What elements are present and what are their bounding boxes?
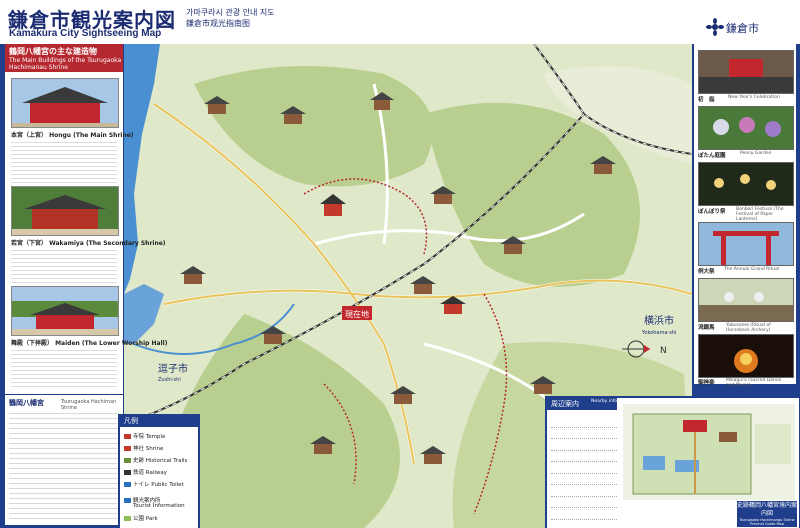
legend-row: 鉄道 Railway [124,468,167,476]
grand-ritual-caption-en: The Annual Grand Ritual [724,267,780,272]
bonbori-caption: ぼんぼり祭 [698,209,726,215]
sightseeing-board: 鎌倉市観光案内図 Kamakura City Sightseeing Map 가… [0,0,800,528]
info-icon [124,498,131,503]
list-item [551,439,617,451]
yabusame-caption: 流鏑馬 [698,325,715,331]
list-item [551,508,617,520]
toilet-icon [124,482,131,487]
shrine-buildings-panel: 鶴岡八幡宮の主な建造物 The Main Buildings of the Ts… [5,44,168,394]
maiden-photo [11,286,119,336]
legend-row: 神社 Shrine [124,444,163,452]
park-icon [124,516,131,521]
map-title-en: Kamakura City Sightseeing Map [9,28,162,39]
map-subtitle: 가마쿠라시 관광 안내 지도 鎌倉市观光指南图 [186,7,275,29]
new-year-photo [698,50,794,94]
events-panel: 初 詣 New Year's Celebration ぼたん庭園 Peony G… [694,44,796,388]
city-name: 鎌倉市 [726,22,759,35]
svg-text:現在地: 現在地 [345,309,369,319]
list-item [551,485,617,497]
legend-row-en: Tourist Information [133,503,185,509]
subtitle-chinese: 鎌倉市观光指南图 [186,19,250,28]
label-zushi-en: Zushi-shi [158,377,181,383]
subtitle-korean: 가마쿠라시 관광 안내 지도 [186,8,275,17]
legend-row: 公園 Park [124,514,158,522]
bonbori-photo [698,162,794,206]
svg-text:N: N [660,346,667,356]
grand-ritual-photo [698,222,794,266]
shrine-buildings-heading: 鶴岡八幡宮の主な建造物 The Main Buildings of the Ts… [5,44,123,72]
mikagura-caption: 御神楽 [698,380,715,386]
wakamiya-caption: 若宮（下宮） Wakamiya (The Secondary Shrine) [11,240,166,247]
hongu-caption: 本宮（上宮） Hongu (The Main Shrine) [11,132,134,139]
nearby-guide-inset[interactable]: 周辺案内 Nearby information 史跡鶴岡八幡宮境内案内図 Tsu… [545,396,800,528]
list-item [551,520,617,528]
list-item [551,474,617,485]
mikagura-caption-en: Mikagura (Sacred Dance and Music) [726,378,782,388]
label-yokohama: 横浜市 [644,314,674,327]
current-location-marker: 現在地 [342,306,372,320]
legend-row: トイレ Public Toilet [124,480,184,488]
list-item [551,497,617,508]
peony-garden-caption: ぼたん庭園 [698,153,726,159]
list-item [551,451,617,462]
shrine-history-heading: 鶴岡八幡宮 [9,399,44,407]
hongu-description [11,139,117,183]
legend-row: 史跡 Historical Trails [124,456,187,464]
map-legend: 凡例 寺院 Temple 神社 Shrine 史跡 Historical Tra… [118,414,200,528]
railway-icon [124,470,131,475]
shrine-icon [124,446,131,451]
precinct-map [623,404,795,500]
wakamiya-photo [11,186,119,236]
yabusame-photo [698,278,794,322]
new-year-caption: 初 詣 [698,97,715,103]
precinct-map-caption: 史跡鶴岡八幡宮境内案内図 Tsurugaoka Hachimangu Shrin… [737,501,798,527]
header: 鎌倉市観光案内図 Kamakura City Sightseeing Map 가… [0,0,800,47]
new-year-caption-en: New Year's Celebration [728,95,780,100]
wakamiya-description [11,247,117,283]
grand-ritual-caption: 例大祭 [698,269,715,275]
peony-garden-caption-en: Peony Garden [740,151,772,156]
shrine-history-panel: 鶴岡八幡宮 Tsurugaoka Hachiman Shrine [5,395,123,525]
list-item [551,462,617,474]
peony-garden-photo [698,106,794,150]
list-item [551,428,617,439]
temple-icon [124,434,131,439]
yabusame-caption-en: Yabusame (Ritual of Horseback Archery) [726,323,771,333]
legend-heading: 凡例 [120,416,198,427]
label-yokohama-en: Yokohama-shi [641,330,676,336]
nearby-list [551,416,617,528]
hongu-photo [11,78,119,128]
maiden-caption: 舞殿（下拝殿） Maiden (The Lower Worship Hall) [11,340,168,347]
label-zushi: 逗子市 [158,362,188,375]
mikagura-photo [698,334,794,378]
maiden-description [11,347,117,389]
legend-row: 寺院 Temple [124,432,165,440]
shrine-history-text [9,409,119,521]
historic-trail-icon [124,458,131,463]
list-item [551,416,617,428]
city-emblem-icon [706,18,724,36]
bonbori-caption-en: Bonbori Festival (The Festival of Paper … [736,207,784,222]
